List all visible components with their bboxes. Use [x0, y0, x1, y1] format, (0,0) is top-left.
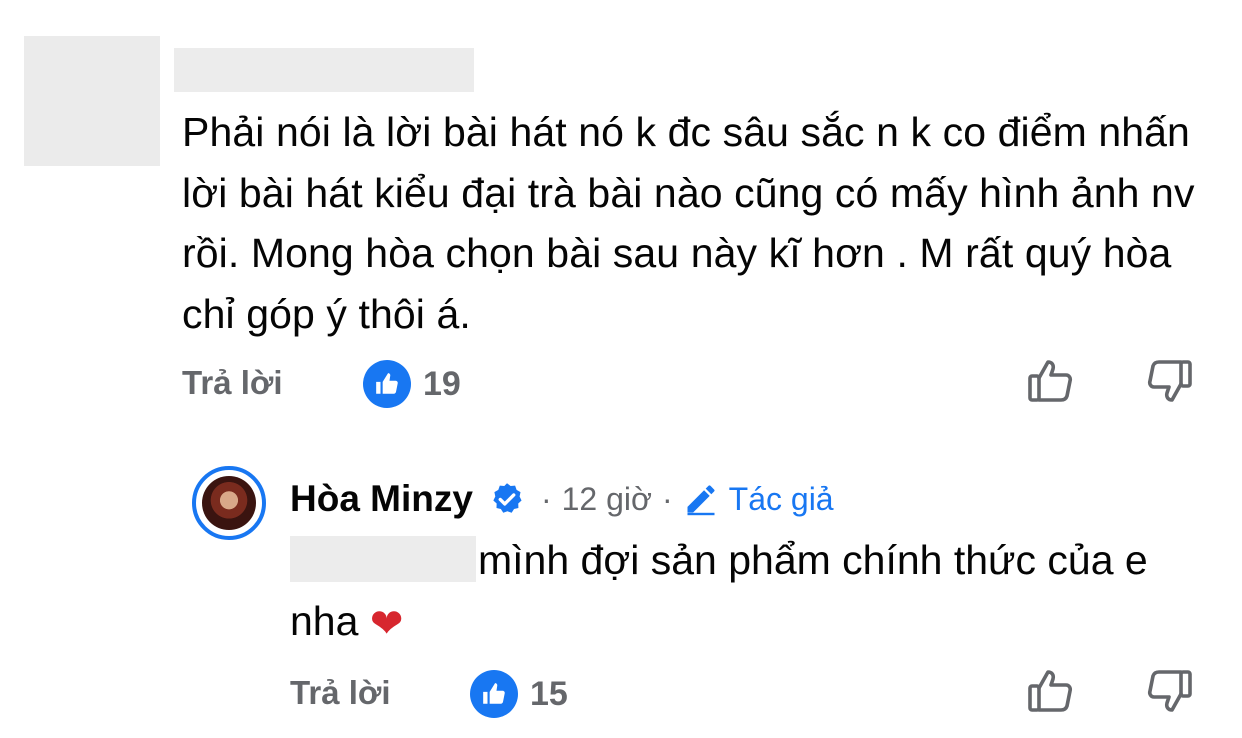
- comment-text: Phải nói là lời bài hát nó k đc sâu sắc …: [182, 109, 1195, 337]
- commenter-name-blurred[interactable]: [174, 48, 474, 92]
- like-count: 15: [530, 674, 568, 713]
- reaction-summary[interactable]: 15: [470, 670, 568, 718]
- meta-separator: ·: [662, 480, 673, 517]
- like-badge-icon: [363, 360, 411, 408]
- reply-header: Hòa Minzy · 12 giờ · Tác giả: [290, 474, 834, 524]
- author-name[interactable]: Hòa Minzy: [290, 478, 473, 520]
- comment-actions: Trả lời 19: [0, 356, 1242, 408]
- like-badge-icon: [470, 670, 518, 718]
- reply-content: mình đợi sản phẩm chính thức của e nha ❤: [290, 530, 1210, 654]
- author-avatar-image: [202, 476, 256, 530]
- thumbs-up-outline-icon[interactable]: [1026, 666, 1076, 716]
- author-avatar[interactable]: [192, 466, 266, 540]
- reply-actions: Trả lời 15: [0, 666, 1242, 718]
- reply-button[interactable]: Trả lời: [182, 364, 283, 402]
- thumbs-down-outline-icon[interactable]: [1144, 666, 1194, 716]
- thumbs-up-outline-icon[interactable]: [1026, 356, 1076, 406]
- commenter-avatar-blurred[interactable]: [24, 36, 160, 166]
- reaction-summary[interactable]: 19: [363, 360, 461, 408]
- thumbs-down-outline-icon[interactable]: [1144, 356, 1194, 406]
- verified-badge-icon: [489, 481, 525, 517]
- pencil-icon: [683, 481, 719, 517]
- author-tag: Tác giả: [728, 480, 834, 517]
- reply-time[interactable]: 12 giờ: [562, 481, 652, 518]
- heart-icon: ❤: [369, 601, 404, 646]
- meta-separator: ·: [540, 480, 552, 517]
- mention-blurred[interactable]: [290, 536, 476, 582]
- like-count: 19: [423, 364, 461, 403]
- reply-button[interactable]: Trả lời: [290, 674, 391, 712]
